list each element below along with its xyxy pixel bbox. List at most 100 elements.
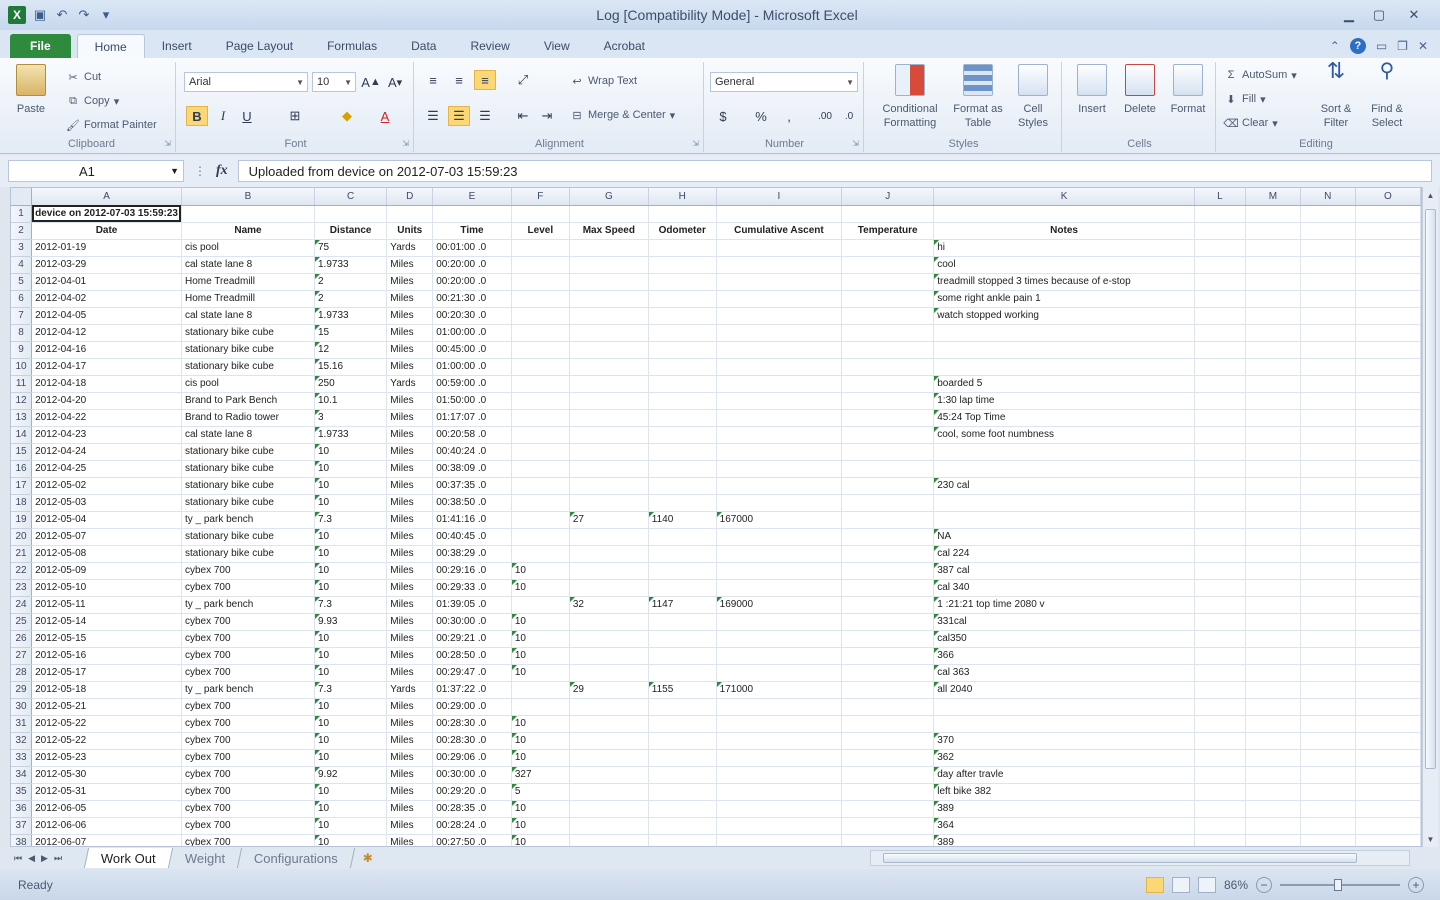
cell[interactable] xyxy=(1300,358,1356,376)
cell[interactable] xyxy=(841,783,935,801)
cell[interactable]: 362 xyxy=(933,749,1195,767)
cell[interactable]: 10 xyxy=(314,494,388,512)
cell[interactable] xyxy=(841,630,935,648)
cell[interactable]: 10 xyxy=(314,562,388,580)
cell[interactable]: 00:29:16 .0 xyxy=(432,562,512,580)
scroll-down-icon[interactable]: ▼ xyxy=(1423,831,1438,847)
cell[interactable] xyxy=(1355,307,1421,325)
cell[interactable] xyxy=(648,562,717,580)
cell[interactable] xyxy=(569,256,649,274)
cell[interactable]: 2012-04-05 xyxy=(31,307,182,325)
cell[interactable] xyxy=(648,766,717,784)
cell[interactable] xyxy=(1300,324,1356,342)
cell[interactable]: Miles xyxy=(386,749,434,767)
cell[interactable]: 2012-05-17 xyxy=(31,664,182,682)
cell[interactable] xyxy=(1245,443,1301,461)
row-header[interactable]: 38 xyxy=(11,834,33,846)
cell[interactable] xyxy=(648,477,717,495)
cell[interactable] xyxy=(569,783,649,801)
cell[interactable] xyxy=(1194,749,1247,767)
cell[interactable] xyxy=(569,273,649,291)
autosum-button[interactable]: Σ AutoSum ▾ xyxy=(1224,68,1297,82)
cell[interactable]: 10 xyxy=(314,630,388,648)
row-header[interactable]: 28 xyxy=(11,664,33,682)
cell[interactable] xyxy=(1245,715,1301,733)
cell[interactable]: 389 xyxy=(933,834,1195,846)
cell[interactable] xyxy=(1355,664,1421,682)
cell[interactable] xyxy=(716,630,843,648)
cell[interactable]: cybex 700 xyxy=(181,817,315,835)
cell[interactable] xyxy=(648,392,717,410)
row-header[interactable]: 34 xyxy=(11,766,33,784)
cell[interactable] xyxy=(716,443,843,461)
row-header[interactable]: 31 xyxy=(11,715,33,733)
cell[interactable] xyxy=(716,426,843,444)
cell[interactable] xyxy=(511,545,570,563)
cell[interactable]: 00:29:20 .0 xyxy=(432,783,512,801)
cell[interactable]: Temperature xyxy=(841,222,935,240)
excel-logo-icon[interactable]: X xyxy=(8,6,26,24)
cell[interactable] xyxy=(1300,426,1356,444)
column-header[interactable]: B xyxy=(181,188,315,206)
cell[interactable] xyxy=(1300,783,1356,801)
cell[interactable] xyxy=(569,630,649,648)
cell[interactable]: 2012-05-23 xyxy=(31,749,182,767)
column-header[interactable]: E xyxy=(432,188,512,206)
cell[interactable] xyxy=(1300,307,1356,325)
cell[interactable] xyxy=(1194,477,1247,495)
cell[interactable] xyxy=(648,613,717,631)
row-header[interactable]: 9 xyxy=(11,341,33,359)
cell[interactable]: Miles xyxy=(386,817,434,835)
cell[interactable] xyxy=(1245,579,1301,597)
cell[interactable]: cool, some foot numbness xyxy=(933,426,1195,444)
tab-page-layout[interactable]: Page Layout xyxy=(209,34,310,58)
vertical-scroll-thumb[interactable] xyxy=(1425,209,1436,769)
cell[interactable]: Miles xyxy=(386,664,434,682)
cell[interactable] xyxy=(933,494,1195,512)
cell[interactable]: 2012-05-07 xyxy=(31,528,182,546)
cell[interactable] xyxy=(716,732,843,750)
wrap-text-button[interactable]: ↩ Wrap Text xyxy=(570,74,637,88)
cell[interactable]: cybex 700 xyxy=(181,664,315,682)
cell[interactable] xyxy=(1300,477,1356,495)
cell[interactable] xyxy=(1355,545,1421,563)
cell[interactable] xyxy=(1245,409,1301,427)
cell[interactable] xyxy=(511,392,570,410)
formula-input[interactable]: Uploaded from device on 2012-07-03 15:59… xyxy=(237,160,1432,182)
cell[interactable] xyxy=(841,341,935,359)
cell[interactable] xyxy=(1300,800,1356,818)
cell[interactable] xyxy=(1300,579,1356,597)
cell[interactable]: 2012-04-20 xyxy=(31,392,182,410)
increase-decimal-icon[interactable]: .00 xyxy=(814,106,836,126)
cell[interactable]: 00:01:00 .0 xyxy=(432,239,512,257)
cell[interactable] xyxy=(1194,409,1247,427)
cell[interactable] xyxy=(1194,239,1247,257)
row-header[interactable]: 37 xyxy=(11,817,33,835)
cell[interactable]: 2012-05-31 xyxy=(31,783,182,801)
cell[interactable] xyxy=(569,749,649,767)
cell[interactable]: Miles xyxy=(386,426,434,444)
cell[interactable] xyxy=(511,698,570,716)
cell[interactable]: 387 cal xyxy=(933,562,1195,580)
cell[interactable] xyxy=(1194,834,1247,846)
sheet-tab-weight[interactable]: Weight xyxy=(168,848,243,868)
cell[interactable] xyxy=(1355,766,1421,784)
cell[interactable]: 01:39:05 .0 xyxy=(432,596,512,614)
cell[interactable] xyxy=(716,460,843,478)
cell[interactable]: 00:28:50 .0 xyxy=(432,647,512,665)
cell[interactable]: cybex 700 xyxy=(181,749,315,767)
cell[interactable]: 2012-05-09 xyxy=(31,562,182,580)
cell[interactable] xyxy=(648,817,717,835)
cell[interactable] xyxy=(1300,256,1356,274)
cell[interactable] xyxy=(716,749,843,767)
cell[interactable] xyxy=(841,426,935,444)
cell[interactable] xyxy=(1194,545,1247,563)
cell[interactable]: 75 xyxy=(314,239,388,257)
cell[interactable] xyxy=(933,324,1195,342)
cell[interactable] xyxy=(716,528,843,546)
cell[interactable] xyxy=(648,341,717,359)
tab-insert[interactable]: Insert xyxy=(145,34,209,58)
cell[interactable]: Brand to Radio tower xyxy=(181,409,315,427)
cell[interactable]: left bike 382 xyxy=(933,783,1195,801)
cell[interactable] xyxy=(1355,205,1421,223)
